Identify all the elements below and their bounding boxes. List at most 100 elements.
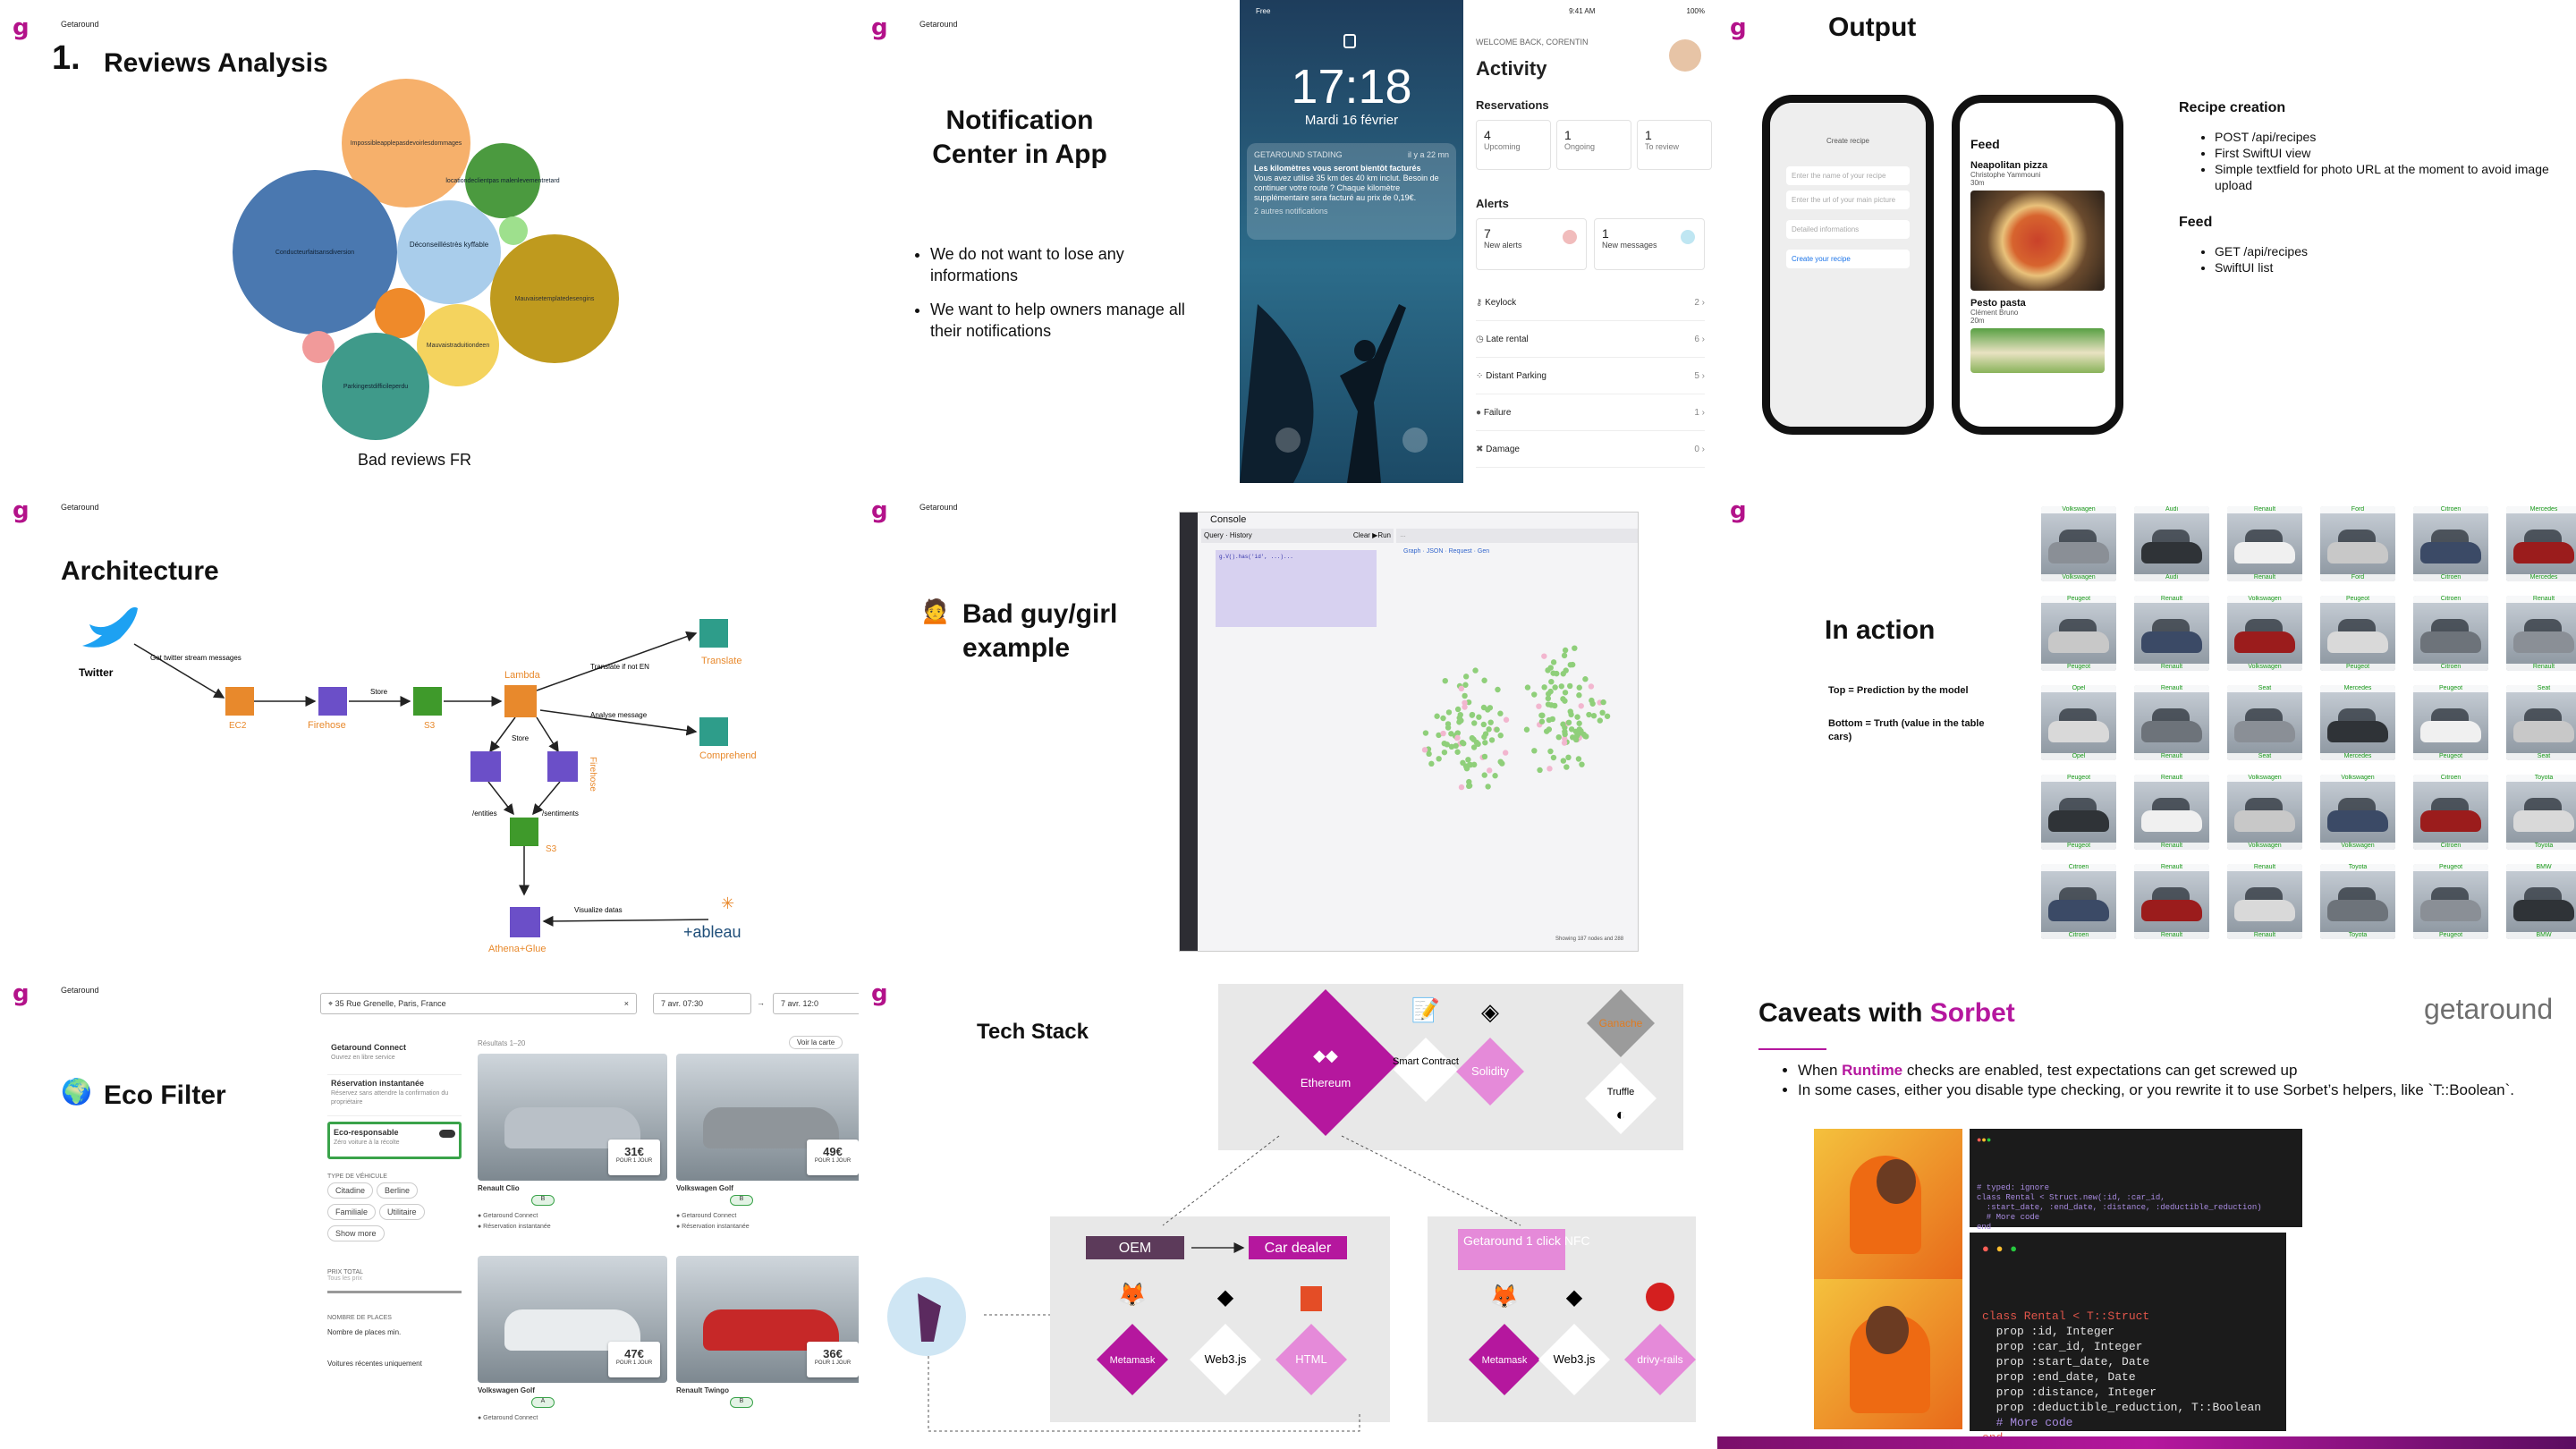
reservation-card[interactable]: 1 Ongoing bbox=[1556, 120, 1631, 170]
item-label: Keylock bbox=[1485, 297, 1517, 308]
res-count: 4 bbox=[1484, 128, 1491, 142]
graph-url-bar[interactable]: … bbox=[1396, 529, 1638, 543]
graph-node bbox=[1440, 715, 1446, 722]
reservation-card[interactable]: 4 Upcoming bbox=[1476, 120, 1551, 170]
slide-architecture[interactable]: g Getaround Architecture Twitter Get twi… bbox=[0, 483, 859, 966]
car-card[interactable]: 31€ POUR 1 JOUR Renault Clio B ● Getaround C… bbox=[478, 1054, 667, 1233]
run-button[interactable]: Run bbox=[1377, 531, 1391, 539]
graph-node bbox=[1562, 647, 1569, 654]
truth-label: Renault bbox=[2134, 932, 2209, 939]
slide-reviews-analysis[interactable]: g Getaround 1. Reviews Analysis Impossib… bbox=[0, 0, 859, 483]
translate-icon bbox=[699, 619, 728, 648]
history-tab[interactable]: History bbox=[1230, 531, 1252, 539]
seats-stepper[interactable]: Nombre de places min. bbox=[327, 1328, 462, 1336]
chip-citadine[interactable]: Citadine bbox=[327, 1182, 374, 1199]
end-date-input[interactable]: 7 avr. 12:0 bbox=[773, 993, 859, 1014]
prediction-label: Citroen bbox=[2413, 506, 2488, 513]
pasta-image[interactable] bbox=[1970, 328, 2105, 373]
car-card[interactable]: 36€ POUR 1 JOUR Renault Twingo B bbox=[676, 1256, 859, 1435]
pizza-image[interactable] bbox=[1970, 191, 2105, 291]
chip-berline[interactable]: Berline bbox=[377, 1182, 419, 1199]
list-item[interactable]: ✖ Damage 0 › bbox=[1476, 431, 1705, 468]
filter-connect[interactable]: Getaround Connect Ouvrez en libre service bbox=[327, 1039, 462, 1075]
query-editor[interactable]: g.V().has('id', ...)... bbox=[1216, 550, 1377, 627]
section-heading: Feed bbox=[2179, 215, 2213, 230]
create-recipe-button[interactable]: Create your recipe bbox=[1786, 250, 1910, 268]
avatar[interactable] bbox=[1669, 39, 1701, 72]
slide-bad-guy[interactable]: g Getaround 🙍 Bad guy/girl example Conso… bbox=[859, 483, 1717, 966]
item-count: 0 bbox=[1694, 444, 1699, 454]
car-card[interactable]: 49€ POUR 1 JOUR Volkswagen Golf B ● Getaroun… bbox=[676, 1054, 859, 1233]
side-toolbar[interactable] bbox=[1180, 513, 1198, 951]
graph-visualization[interactable] bbox=[1396, 563, 1638, 938]
reservation-card[interactable]: 1 To review bbox=[1637, 120, 1712, 170]
price-slider[interactable] bbox=[327, 1291, 462, 1293]
graph-node bbox=[1481, 772, 1487, 778]
chip-utilitaire[interactable]: Utilitaire bbox=[379, 1204, 425, 1220]
list-item[interactable]: ◷ Late rental 6 › bbox=[1476, 321, 1705, 358]
filter-instant[interactable]: Réservation instantanée Réservez sans att… bbox=[327, 1075, 462, 1116]
lock-notification[interactable]: GETAROUND STADING il y a 22 mn Les kilomè… bbox=[1247, 143, 1456, 240]
slide-caveats-sorbet[interactable]: Caveats with Sorbet getaround When Runti… bbox=[1717, 966, 2576, 1449]
car-image: Ford Ford bbox=[2320, 506, 2395, 581]
chip-familiale[interactable]: Familiale bbox=[327, 1204, 377, 1220]
bullet-1: We do not want to lose any informations bbox=[930, 243, 1199, 286]
car-card[interactable]: 47€ POUR 1 JOUR Volkswagen Golf A ● Getaroun… bbox=[478, 1256, 667, 1435]
getaround-logo: g bbox=[871, 14, 888, 41]
alert-card[interactable]: 7 New alerts bbox=[1476, 218, 1587, 270]
recipe-name-field[interactable]: Enter the name of your recipe bbox=[1786, 166, 1910, 185]
alert-card[interactable]: 1 New messages bbox=[1594, 218, 1705, 270]
list-item[interactable]: ⚷ Keylock 2 › bbox=[1476, 284, 1705, 321]
chip-show-more[interactable]: Show more bbox=[327, 1225, 385, 1241]
camera-button[interactable] bbox=[1402, 428, 1428, 453]
list-item[interactable]: ⁘ Distant Parking 5 › bbox=[1476, 358, 1705, 394]
graph-node bbox=[1531, 691, 1538, 698]
slide-eco-filter[interactable]: g Getaround 🌍 Eco Filter ⌖ 35 Rue Grenel… bbox=[0, 966, 859, 1449]
car-feature-tag: ● Getaround Connect bbox=[478, 1213, 538, 1219]
message-icon bbox=[1681, 230, 1695, 244]
graph-node bbox=[1469, 711, 1476, 718]
footprints-icon: ⁘ bbox=[1476, 370, 1487, 381]
graph-node bbox=[1565, 719, 1572, 726]
twitter-label: Twitter bbox=[79, 666, 114, 679]
slide-tech-stack[interactable]: g Tech Stack ◆◆ Ethereum 📝 Smart Contrac… bbox=[859, 966, 1717, 1449]
list-item[interactable]: ● Failure 1 › bbox=[1476, 394, 1705, 431]
start-date-input[interactable]: 7 avr. 07:30 bbox=[653, 993, 751, 1014]
filter-eco[interactable]: Eco-responsable Zéro voiture à la récolte bbox=[327, 1122, 462, 1159]
recipe-details-field[interactable]: Detailed informations bbox=[1786, 220, 1910, 239]
prediction-label: Ford bbox=[2320, 506, 2395, 513]
graph-node bbox=[1586, 711, 1592, 718]
eco-toggle[interactable] bbox=[439, 1130, 455, 1138]
query-tab[interactable]: Query bbox=[1204, 531, 1224, 539]
recent-toggle[interactable]: Voitures récentes uniquement bbox=[327, 1360, 462, 1368]
slide-notification-center[interactable]: g Getaround Notification Center in App W… bbox=[859, 0, 1717, 483]
notif-more: 2 autres notifications bbox=[1254, 207, 1328, 216]
car-image: BMW BMW bbox=[2506, 864, 2576, 939]
list-item: SwiftUI list bbox=[2215, 259, 2555, 275]
view-tabs[interactable]: Graph · JSON · Request · Gen bbox=[1403, 548, 1489, 555]
graph-node bbox=[1482, 740, 1488, 746]
price-sub: Tous les prix bbox=[327, 1275, 362, 1282]
slide-in-action[interactable]: g In action Top = Prediction by the mode… bbox=[1717, 483, 2576, 966]
truth-label: Peugeot bbox=[2320, 664, 2395, 671]
person-emoji: 🙍 bbox=[919, 597, 951, 624]
map-button[interactable]: Voir la carte bbox=[789, 1036, 843, 1049]
clear-icon[interactable]: × bbox=[624, 999, 629, 1008]
vehicle-type-label: TYPE DE VÉHICULE bbox=[327, 1174, 387, 1180]
translate-if-label: Translate if not EN bbox=[590, 663, 649, 671]
car-image: Citroen Citroen bbox=[2413, 775, 2488, 850]
slide-output[interactable]: g Output Create recipe Enter the name of… bbox=[1717, 0, 2576, 483]
filter-sidebar: Getaround Connect Ouvrez en libre service… bbox=[327, 1039, 462, 1368]
store-label: Store bbox=[370, 688, 388, 696]
flashlight-button[interactable] bbox=[1275, 428, 1301, 453]
car-feature-tag: ● Getaround Connect bbox=[676, 1213, 737, 1219]
arrow-icon: → bbox=[757, 998, 765, 1007]
car-image: Peugeot Peugeot bbox=[2413, 685, 2488, 760]
recipe-url-field[interactable]: Enter the url of your main picture bbox=[1786, 191, 1910, 209]
address-input[interactable]: ⌖ 35 Rue Grenelle, Paris, France × bbox=[320, 993, 637, 1014]
bubble-4 bbox=[397, 200, 501, 304]
clear-button[interactable]: Clear bbox=[1353, 531, 1370, 539]
graph-node bbox=[1576, 684, 1582, 691]
truth-label: Toyota bbox=[2320, 932, 2395, 939]
reservation-cards: 4 Upcoming 1 Ongoing 1 To review bbox=[1476, 120, 1712, 170]
